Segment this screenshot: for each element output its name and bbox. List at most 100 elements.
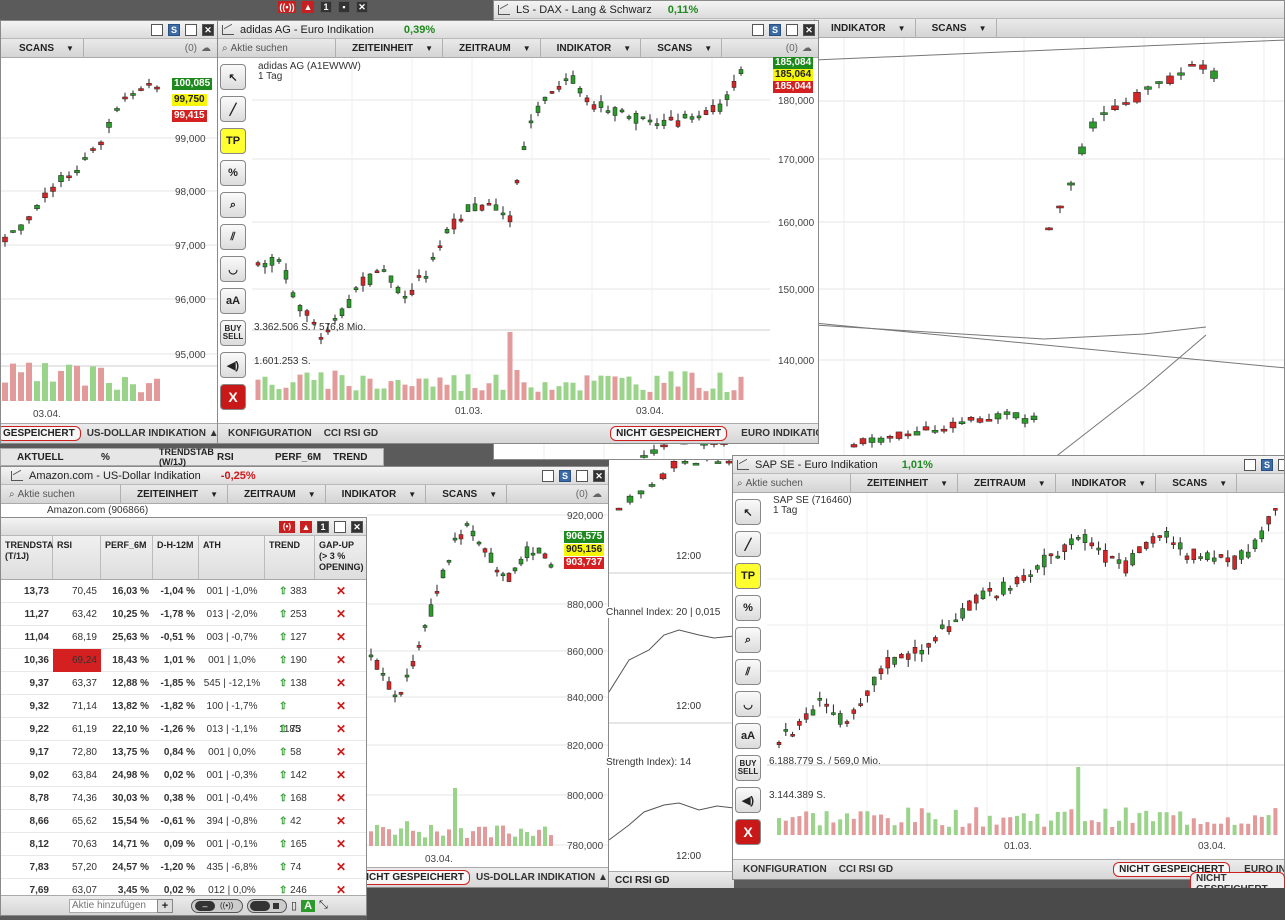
menu-zeitraum[interactable]: ZEITRAUM ▼ bbox=[228, 484, 326, 504]
pointer-tool-icon[interactable]: ↖ bbox=[735, 499, 761, 525]
not-saved-badge[interactable]: NICHT GESPEICHERT bbox=[610, 426, 728, 441]
menu-zeitraum[interactable]: ZEITRAUM ▼ bbox=[443, 38, 541, 58]
wifi-icon[interactable]: ((•)) bbox=[278, 1, 296, 13]
layout-icon[interactable]: ▪ bbox=[338, 1, 350, 13]
dax-menu-scans[interactable]: SCANS ▼ bbox=[916, 18, 997, 38]
buy-sell-tool[interactable]: BUY SELL bbox=[735, 755, 761, 781]
amazon-search-input[interactable]: ⌕ Aktie suchen bbox=[5, 484, 121, 504]
phone-icon[interactable]: ▯ bbox=[291, 899, 297, 912]
wifi-icon[interactable]: (•) bbox=[279, 521, 295, 533]
menu-indikator[interactable]: INDIKATOR ▼ bbox=[326, 484, 427, 504]
column-header[interactable]: PERF_6M bbox=[101, 536, 153, 579]
alarm-icon[interactable]: ▲ bbox=[300, 521, 312, 533]
s-icon[interactable]: S bbox=[168, 24, 180, 36]
table-row[interactable]: 9,37 63,37 12,88 % -1,85 % 545 | -12,1% ⇧ 138… bbox=[1, 672, 366, 695]
resize-icon[interactable]: ⤡ bbox=[319, 899, 328, 912]
close-icon[interactable]: ✕ bbox=[202, 24, 214, 36]
maximize-icon[interactable] bbox=[334, 521, 346, 533]
currency-indication[interactable]: US-DOLLAR INDIKATION ▲ bbox=[470, 872, 608, 883]
minimize-icon[interactable] bbox=[752, 24, 764, 36]
config-button[interactable]: KONFIGURATION bbox=[737, 864, 833, 875]
scan-titlebar[interactable]: (•) ▲ 1 ✕ bbox=[1, 518, 366, 536]
one-icon[interactable]: 1 bbox=[320, 1, 332, 13]
table-row[interactable]: 8,12 70,63 14,71 % 0,09 % 001 | -0,1% ⇧ 165 ✕ bbox=[1, 833, 366, 856]
alarm-icon[interactable]: ▲ bbox=[302, 1, 314, 13]
menu-zeiteinheit[interactable]: ZEITEINHEIT ▼ bbox=[121, 484, 229, 504]
sap-chart[interactable]: 01.03. 03.04. bbox=[767, 493, 1285, 861]
column-header[interactable]: ATH bbox=[199, 536, 265, 579]
tp-tool[interactable]: TP bbox=[220, 128, 246, 154]
parallel-tool-icon[interactable]: ⫽ bbox=[735, 659, 761, 685]
column-header[interactable]: TREND bbox=[265, 536, 315, 579]
curve-tool-icon[interactable]: ◡ bbox=[735, 691, 761, 717]
left-menu-scans[interactable]: SCANS ▼ bbox=[1, 38, 84, 58]
not-saved-badge[interactable]: NICHT GESPEICHERT bbox=[353, 870, 471, 885]
dax-titlebar[interactable]: LS - DAX - Lang & Schwarz 0,11% bbox=[494, 1, 1284, 19]
sound-tool-icon[interactable]: ◀) bbox=[735, 787, 761, 813]
currency-indication[interactable]: EURO INDIKATION ▲ bbox=[735, 428, 818, 439]
menu-zeitraum[interactable]: ZEITRAUM ▼ bbox=[958, 473, 1056, 493]
menu-scans[interactable]: SCANS ▼ bbox=[641, 38, 723, 58]
toggle-switch[interactable] bbox=[247, 898, 287, 913]
zoom-tool-icon[interactable]: ⌕ bbox=[735, 627, 761, 653]
text-tool[interactable]: aA bbox=[220, 288, 246, 314]
parallel-tool-icon[interactable]: ⫽ bbox=[220, 224, 246, 250]
table-row[interactable]: 11,04 68,19 25,63 % -0,51 % 003 | -0,7% ⇧ 127… bbox=[1, 626, 366, 649]
curve-tool-icon[interactable]: ◡ bbox=[220, 256, 246, 282]
delete-tool[interactable]: X bbox=[735, 819, 761, 845]
maximize-icon[interactable] bbox=[185, 24, 197, 36]
minimize-icon[interactable] bbox=[151, 24, 163, 36]
table-row[interactable]: 8,78 74,36 30,03 % 0,38 % 001 | -0,4% ⇧ 168 ✕ bbox=[1, 787, 366, 810]
close-icon[interactable]: ✕ bbox=[803, 24, 815, 36]
buy-sell-tool[interactable]: BUY SELL bbox=[220, 320, 246, 346]
sound-tool-icon[interactable]: ◀) bbox=[220, 352, 246, 378]
indicator-panels[interactable] bbox=[609, 460, 734, 888]
s-icon[interactable]: S bbox=[769, 24, 781, 36]
menu-indikator[interactable]: INDIKATOR ▼ bbox=[541, 38, 642, 58]
close-icon[interactable]: ✕ bbox=[351, 521, 363, 533]
maximize-icon[interactable] bbox=[1278, 459, 1284, 471]
close-icon[interactable]: ✕ bbox=[593, 470, 605, 482]
table-row[interactable]: 7,83 57,20 24,57 % -1,20 % 435 | -6,8% ⇧ 74 ✕ bbox=[1, 856, 366, 879]
menu-zeiteinheit[interactable]: ZEITEINHEIT ▼ bbox=[336, 38, 444, 58]
pointer-tool-icon[interactable]: ↖ bbox=[220, 64, 246, 90]
table-row[interactable]: 9,02 63,84 24,98 % 0,02 % 001 | -0,3% ⇧ 142 ✕ bbox=[1, 764, 366, 787]
adidas-chart[interactable]: 180,000 170,000 160,000 150,000 140,000 01.03… bbox=[252, 58, 818, 425]
s-icon[interactable]: S bbox=[559, 470, 571, 482]
amazon-titlebar[interactable]: Amazon.com - US-Dollar Indikation -0,25%… bbox=[1, 467, 608, 485]
percent-tool[interactable]: % bbox=[735, 595, 761, 621]
maximize-icon[interactable] bbox=[576, 470, 588, 482]
table-row[interactable]: 9,32 71,14 13,82 % -1,82 % 100 | -1,7% ⇧ 1185… bbox=[1, 695, 366, 735]
close-icon[interactable]: ✕ bbox=[356, 1, 368, 13]
line-tool-icon[interactable]: ╱ bbox=[735, 531, 761, 557]
text-tool[interactable]: aA bbox=[735, 723, 761, 749]
column-header[interactable]: RSI bbox=[53, 536, 101, 579]
add-stock-button[interactable]: + bbox=[157, 898, 173, 913]
left-titlebar[interactable]: S ✕ bbox=[1, 21, 217, 39]
table-row[interactable]: 8,66 65,62 15,54 % -0,61 % 394 | -0,8% ⇧ 42 ✕ bbox=[1, 810, 366, 833]
maximize-icon[interactable] bbox=[786, 24, 798, 36]
table-row[interactable]: 9,22 61,19 22,10 % -1,26 % 013 | -1,1% ⇧ 73 ✕ bbox=[1, 718, 366, 741]
minimize-icon[interactable] bbox=[1244, 459, 1256, 471]
delete-tool[interactable]: X bbox=[220, 384, 246, 410]
table-row[interactable]: 10,36 69,24 18,43 % 1,01 % 001 | 1,0% ⇧ 190 ✕ bbox=[1, 648, 366, 672]
table-row[interactable]: 11,27 63,42 10,25 % -1,78 % 013 | -2,0% ⇧ 253… bbox=[1, 603, 366, 626]
config-button[interactable]: KONFIGURATION bbox=[222, 428, 318, 439]
one-icon[interactable]: 1 bbox=[317, 521, 329, 533]
column-header[interactable]: TRENDSTA (T/1J) bbox=[1, 536, 53, 579]
a-icon[interactable]: A bbox=[301, 899, 316, 912]
s-icon[interactable]: S bbox=[1261, 459, 1273, 471]
percent-tool[interactable]: % bbox=[220, 160, 246, 186]
menu-scans[interactable]: SCANS ▼ bbox=[1156, 473, 1238, 493]
toggle-wifi[interactable]: – ((•)) bbox=[191, 898, 243, 913]
indicators-label[interactable]: CCI RSI GD bbox=[833, 864, 899, 875]
not-saved-badge[interactable]: GESPEICHERT bbox=[1, 426, 81, 441]
adidas-titlebar[interactable]: adidas AG - Euro Indikation 0,39% S ✕ bbox=[218, 21, 818, 39]
column-header[interactable]: GAP-UP (> 3 % OPENING) bbox=[315, 536, 366, 579]
menu-indikator[interactable]: INDIKATOR ▼ bbox=[1056, 473, 1157, 493]
menu-scans[interactable]: SCANS ▼ bbox=[426, 484, 508, 504]
line-tool-icon[interactable]: ╱ bbox=[220, 96, 246, 122]
sap-titlebar[interactable]: SAP SE - Euro Indikation 1,01% S bbox=[733, 456, 1284, 474]
dax-menu-indikator[interactable]: INDIKATOR ▼ bbox=[814, 18, 916, 38]
zoom-tool-icon[interactable]: ⌕ bbox=[220, 192, 246, 218]
